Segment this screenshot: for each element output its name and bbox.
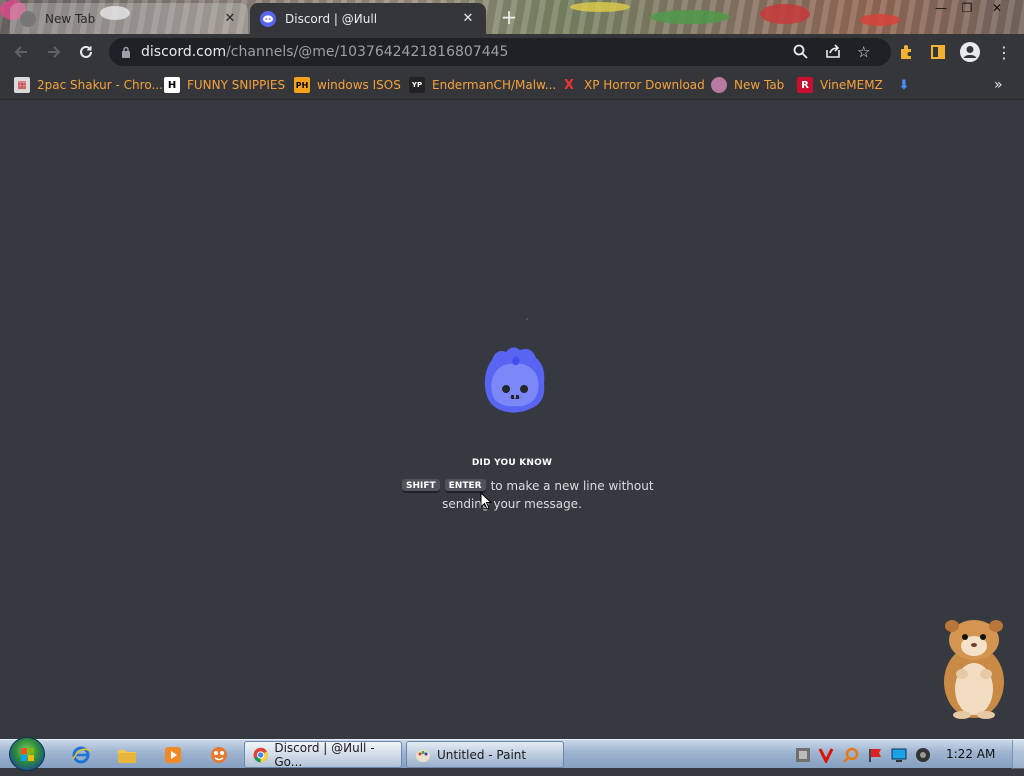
paint-icon	[416, 749, 430, 762]
internet-explorer-icon[interactable]	[70, 744, 92, 766]
bookmark-label: New Tab	[734, 78, 785, 92]
tip-line: SHIFT ENTER to make a new line without	[402, 477, 654, 495]
chrome-icon	[253, 747, 268, 762]
file-explorer-icon[interactable]	[116, 744, 138, 766]
zoom-icon[interactable]	[793, 44, 808, 59]
bookmark-label: EndermanCH/Malw...	[432, 78, 557, 92]
task-label: Discord | @Иull - Go...	[274, 740, 375, 769]
yp-logo-icon: YP	[409, 77, 425, 93]
mouse-cursor-icon	[480, 492, 492, 510]
taskbar-paint-window[interactable]: Untitled - Paint	[406, 741, 564, 768]
tray-flag-icon[interactable]	[867, 747, 883, 763]
gift-icon: ▦	[14, 77, 30, 93]
media-player-icon[interactable]	[162, 744, 184, 766]
tray-app-icon[interactable]	[795, 747, 811, 763]
taskbar-clock[interactable]: 1:22 AM	[946, 747, 995, 761]
bookmark-download[interactable]: ⬇	[896, 75, 912, 95]
taskbar-chrome-window[interactable]: Discord | @Иull - Go...	[244, 740, 402, 769]
profile-avatar[interactable]	[956, 38, 984, 66]
hamster-desktop-pet	[944, 620, 1004, 719]
download-icon: ⬇	[898, 77, 910, 93]
bookmark-funny-snippies[interactable]: H FUNNY SNIPPIES	[164, 75, 285, 95]
tray-v-icon[interactable]	[818, 747, 834, 763]
bookmark-label: XP Horror Download	[584, 78, 705, 92]
new-tab-button[interactable]: +	[497, 6, 521, 28]
tip-text: to make a new line without	[490, 479, 654, 493]
enter-key-badge: ENTER	[444, 479, 486, 493]
tab-discord[interactable]: Discord | @Иull ✕	[250, 3, 486, 34]
lock-icon	[121, 46, 131, 58]
bookmarks-overflow-button[interactable]: »	[994, 75, 1003, 95]
show-desktop-button[interactable]	[1012, 740, 1024, 769]
bookmark-label: FUNNY SNIPPIES	[187, 78, 286, 92]
loading-dot	[526, 318, 528, 320]
back-button[interactable]	[7, 38, 35, 66]
bookmark-label: windows ISOS	[317, 78, 401, 92]
close-icon[interactable]: ✕	[460, 11, 476, 26]
reload-button[interactable]	[72, 38, 100, 66]
browser-titlebar: New Tab ✕ Discord | @Иull ✕ + — ❐ ✕	[0, 0, 1024, 34]
wallpaper-splash	[860, 14, 900, 26]
tray-monitor-icon[interactable]	[891, 747, 907, 763]
bookmark-xp-horror[interactable]: X XP Horror Download	[561, 75, 705, 95]
wallpaper-splash	[570, 2, 630, 12]
side-panel-icon[interactable]	[924, 38, 952, 66]
discord-icon	[260, 10, 276, 27]
share-icon[interactable]	[825, 44, 841, 59]
tab-title: New Tab	[45, 11, 96, 26]
h-logo-icon: H	[164, 77, 180, 93]
forward-button[interactable]	[40, 38, 68, 66]
browser-toolbar: discord.com/channels/@me/103764242181680…	[0, 34, 1024, 70]
wallpaper-splash	[650, 10, 730, 24]
bookmark-vinememz[interactable]: R VineMEMZ	[797, 75, 883, 95]
x-logo-icon: X	[563, 77, 575, 93]
url-path: /channels/@me/1037642421816807445	[226, 44, 509, 60]
r-logo-icon: R	[797, 77, 813, 93]
bookmark-label: 2pac Shakur - Chro...	[37, 78, 163, 92]
bonzi-app-icon[interactable]	[208, 744, 230, 766]
close-icon[interactable]: ✕	[222, 11, 238, 26]
menu-dots-icon[interactable]: ⋮	[990, 38, 1018, 66]
discord-spooky-mascot-icon	[484, 347, 545, 413]
windows-taskbar: Discord | @Иull - Go... Untitled - Paint…	[0, 737, 1024, 771]
bookmark-new-tab[interactable]: New Tab	[711, 75, 784, 95]
close-window-icon[interactable]: ✕	[982, 0, 1012, 18]
address-bar[interactable]: discord.com/channels/@me/103764242181680…	[109, 38, 891, 66]
windows-logo-icon	[21, 748, 34, 761]
bookmark-star-icon[interactable]: ☆	[857, 43, 870, 61]
bookmark-windows-isos[interactable]: PH windows ISOS	[294, 75, 401, 95]
task-label: Untitled - Paint	[437, 747, 527, 762]
tray-search-icon[interactable]	[843, 747, 859, 763]
restore-icon[interactable]: ❐	[952, 0, 982, 18]
bookmark-2pac[interactable]: ▦ 2pac Shakur - Chro...	[14, 75, 163, 95]
bookmarks-bar: ▦ 2pac Shakur - Chro... H FUNNY SNIPPIES…	[0, 70, 1024, 100]
bookmark-label: VineMEMZ	[820, 78, 883, 92]
tray-speaker-icon[interactable]	[915, 747, 931, 763]
chrome-icon	[20, 10, 36, 27]
tab-new-tab[interactable]: New Tab ✕	[10, 3, 248, 34]
url-host: discord.com	[141, 44, 227, 60]
globe-icon	[711, 77, 727, 93]
bookmark-endermanch[interactable]: YP EndermanCH/Malw...	[409, 75, 556, 95]
wallpaper-splash	[760, 4, 810, 24]
tip-title: DID YOU KNOW	[471, 458, 553, 468]
tab-title: Discord | @Иull	[285, 11, 378, 26]
discord-loading-screen: DID YOU KNOW SHIFT ENTER to make a new l…	[0, 101, 1024, 739]
shift-key-badge: SHIFT	[402, 479, 440, 493]
extensions-icon[interactable]	[892, 38, 920, 66]
ph-logo-icon: PH	[294, 77, 310, 93]
tip-text-continued: sending your message.	[442, 497, 582, 511]
start-button[interactable]	[9, 737, 45, 771]
